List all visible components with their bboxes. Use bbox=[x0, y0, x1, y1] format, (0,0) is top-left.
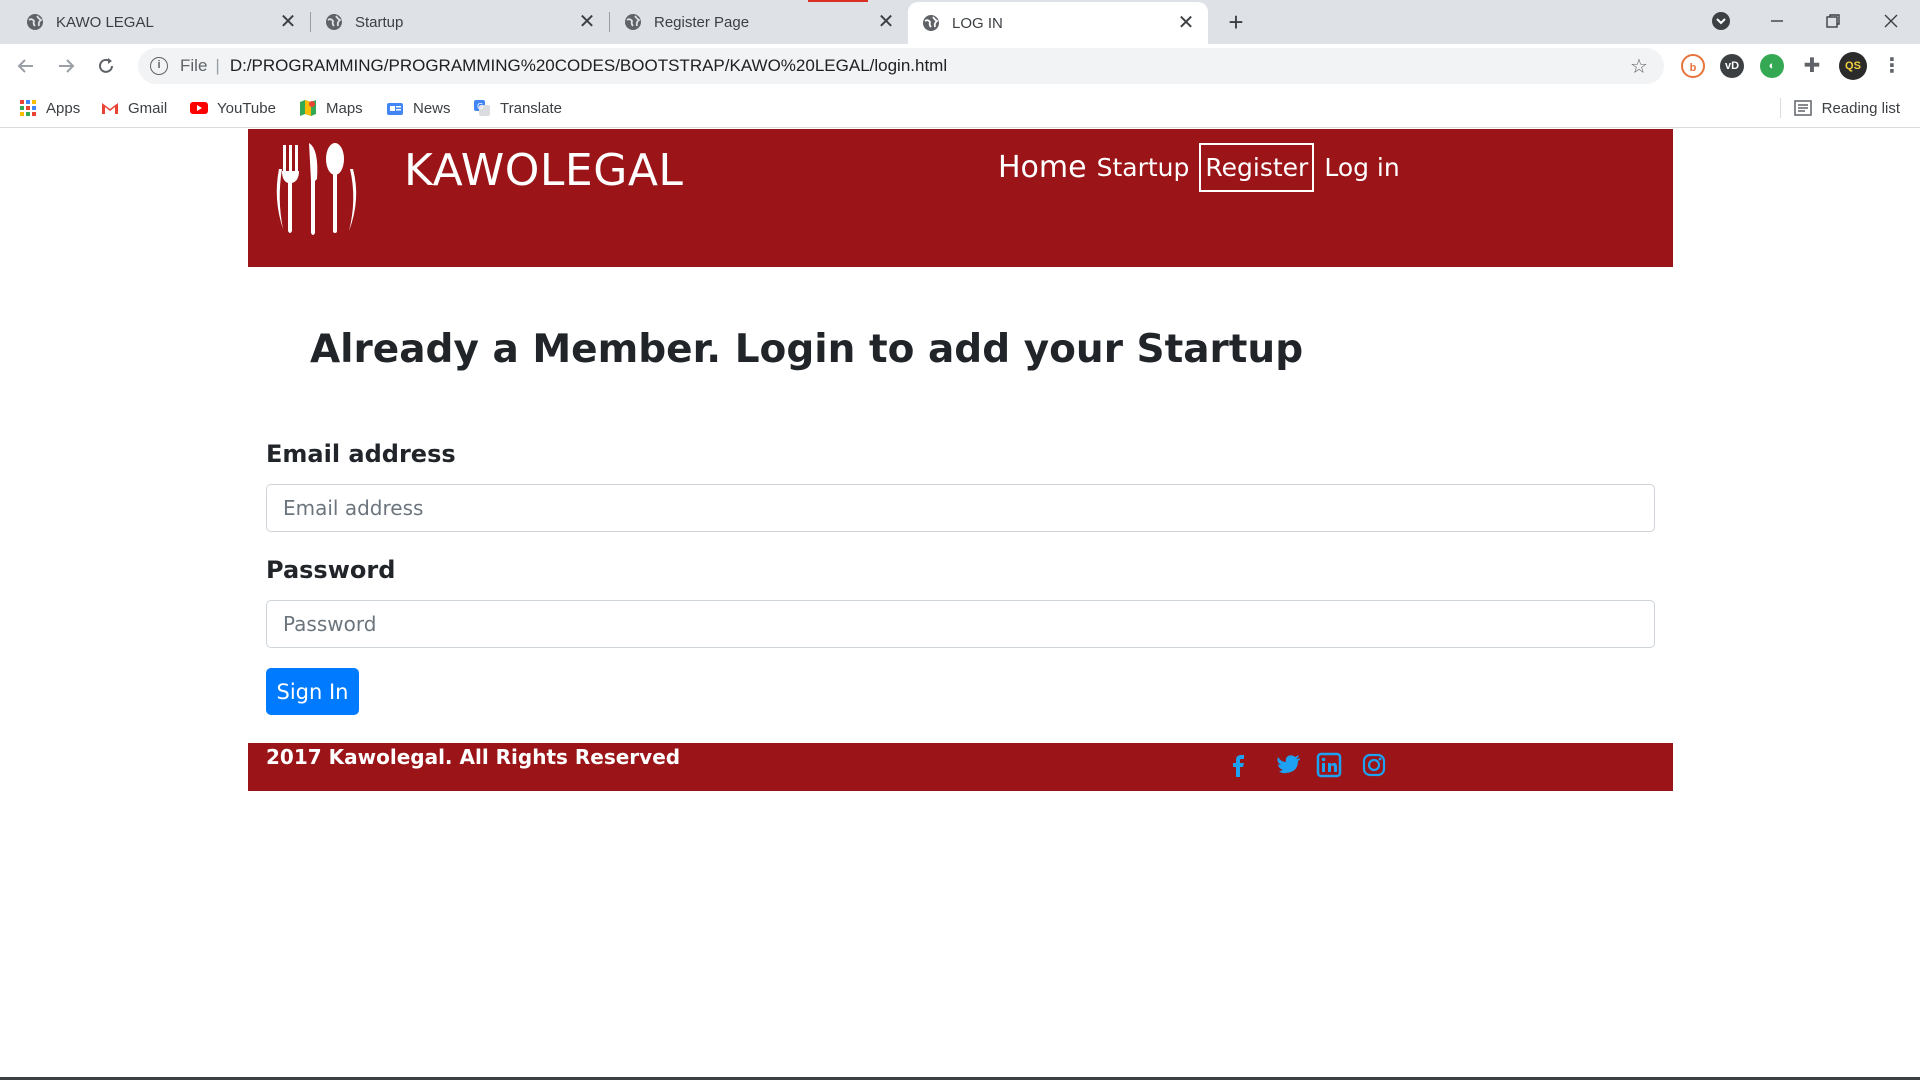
reload-icon bbox=[99, 58, 113, 73]
bookmark-label: YouTube bbox=[217, 99, 276, 117]
bookmark-apps[interactable]: Apps bbox=[19, 96, 80, 120]
bookmark-label: Gmail bbox=[128, 99, 168, 117]
browser-tab-strip: KAWO LEGAL ✕ Startup ✕ Register Page ✕ L… bbox=[0, 0, 1920, 44]
restore-button[interactable] bbox=[1818, 6, 1848, 36]
twitter-icon[interactable] bbox=[1275, 751, 1303, 779]
site-footer: 2017 Kawolegal. All Rights Reserved bbox=[248, 743, 1673, 791]
news-icon bbox=[387, 103, 403, 115]
browser-toolbar: i File | D:/PROGRAMMING/PROGRAMMING%20CO… bbox=[0, 44, 1920, 88]
instagram-icon[interactable] bbox=[1360, 751, 1388, 779]
extension-vd-icon[interactable]: vD bbox=[1720, 54, 1744, 78]
reading-list-label: Reading list bbox=[1821, 99, 1900, 117]
gmail-icon bbox=[102, 103, 118, 114]
site-header: KAWOLEGAL Home Startup Register Log in bbox=[248, 129, 1673, 267]
bookmark-label: Translate bbox=[500, 99, 562, 117]
reload-button[interactable] bbox=[92, 52, 120, 80]
bookmark-gmail[interactable]: Gmail bbox=[101, 96, 167, 120]
tab-title: Register Page bbox=[654, 13, 750, 31]
sign-in-button[interactable]: Sign In bbox=[266, 668, 359, 715]
forward-arrow-icon bbox=[59, 59, 75, 73]
bookmark-label: News bbox=[413, 99, 451, 117]
bookmark-news[interactable]: News bbox=[386, 96, 451, 120]
tab-startup[interactable]: Startup ✕ bbox=[311, 0, 609, 44]
close-icon[interactable]: ✕ bbox=[577, 12, 597, 32]
globe-icon bbox=[27, 14, 43, 30]
profile-avatar-icon[interactable]: QS bbox=[1839, 52, 1867, 80]
puzzle-icon[interactable]: ✚ bbox=[1800, 54, 1824, 78]
bookmark-label: Apps bbox=[46, 99, 81, 117]
globe-icon bbox=[923, 15, 939, 31]
nav-home[interactable]: Home bbox=[998, 150, 1087, 185]
apps-grid-icon bbox=[20, 100, 36, 116]
bookmark-maps[interactable]: Maps bbox=[299, 96, 363, 120]
translate-icon: G bbox=[474, 100, 490, 116]
page-heading: Already a Member. Login to add your Star… bbox=[310, 327, 1304, 372]
globe-icon bbox=[625, 14, 641, 30]
address-bar[interactable]: i File | D:/PROGRAMMING/PROGRAMMING%20CO… bbox=[138, 48, 1664, 84]
nav-register[interactable]: Register bbox=[1199, 142, 1315, 192]
email-label: Email address bbox=[266, 440, 456, 468]
bookmarks-bar: Apps Gmail YouTube Maps News G Translate… bbox=[0, 88, 1920, 128]
tab-title: LOG IN bbox=[952, 14, 1003, 32]
tab-search-button[interactable] bbox=[1706, 6, 1736, 36]
bookmark-youtube[interactable]: YouTube bbox=[190, 96, 276, 120]
nav-log-in[interactable]: Log in bbox=[1324, 153, 1399, 182]
close-icon[interactable]: ✕ bbox=[1176, 13, 1196, 33]
reading-list-icon bbox=[1793, 100, 1812, 116]
maps-icon bbox=[300, 100, 316, 116]
url-scheme-label: File bbox=[180, 56, 208, 75]
email-field[interactable] bbox=[266, 484, 1655, 532]
reading-list-button[interactable]: Reading list bbox=[1793, 96, 1900, 120]
kebab-menu-icon[interactable]: ⋮ bbox=[1880, 54, 1904, 78]
password-field[interactable] bbox=[266, 600, 1655, 648]
new-tab-button[interactable]: + bbox=[1222, 8, 1250, 36]
svg-text:G: G bbox=[477, 102, 483, 111]
forward-button[interactable] bbox=[52, 52, 80, 80]
close-icon[interactable]: ✕ bbox=[278, 12, 298, 32]
login-form: Email address Password Sign In bbox=[266, 440, 1655, 715]
linkedin-icon[interactable] bbox=[1315, 751, 1343, 779]
back-button[interactable] bbox=[12, 52, 40, 80]
chevron-down-icon bbox=[1712, 12, 1730, 30]
youtube-icon bbox=[190, 102, 208, 114]
url-text[interactable]: D:/PROGRAMMING/PROGRAMMING%20CODES/BOOTS… bbox=[230, 56, 1624, 76]
extension-b-icon[interactable]: b bbox=[1681, 54, 1705, 78]
tab-log-in[interactable]: LOG IN ✕ bbox=[908, 2, 1208, 44]
bookmark-star-icon[interactable]: ☆ bbox=[1624, 54, 1654, 79]
close-icon[interactable]: ✕ bbox=[876, 12, 896, 32]
nav-startup[interactable]: Startup bbox=[1097, 153, 1190, 182]
minimize-button[interactable] bbox=[1762, 6, 1792, 36]
bookmark-label: Maps bbox=[326, 99, 363, 117]
facebook-icon[interactable] bbox=[1225, 751, 1253, 779]
minimize-icon bbox=[1771, 20, 1783, 22]
password-label: Password bbox=[266, 556, 396, 584]
tab-loading-indicator bbox=[808, 0, 868, 2]
extension-globe-icon[interactable]: ◐ bbox=[1760, 54, 1784, 78]
window-close-button[interactable] bbox=[1876, 6, 1906, 36]
bookmark-translate[interactable]: G Translate bbox=[473, 96, 562, 120]
tab-title: KAWO LEGAL bbox=[56, 13, 154, 31]
tab-kawo-legal[interactable]: KAWO LEGAL ✕ bbox=[0, 0, 310, 44]
url-separator: | bbox=[215, 56, 220, 75]
tab-title: Startup bbox=[355, 13, 404, 31]
main-nav: Home Startup Register Log in bbox=[998, 139, 1400, 195]
copyright-text: 2017 Kawolegal. All Rights Reserved bbox=[266, 745, 681, 769]
restore-icon bbox=[1826, 14, 1840, 28]
back-arrow-icon bbox=[17, 59, 33, 73]
info-icon[interactable]: i bbox=[150, 57, 168, 75]
globe-icon bbox=[326, 14, 342, 30]
tab-register-page[interactable]: Register Page ✕ bbox=[610, 0, 908, 44]
brand-name[interactable]: KAWOLEGAL bbox=[404, 145, 683, 196]
close-icon bbox=[1884, 14, 1898, 28]
cutlery-logo-icon[interactable] bbox=[273, 139, 363, 239]
bookmarks-divider bbox=[1780, 98, 1781, 118]
